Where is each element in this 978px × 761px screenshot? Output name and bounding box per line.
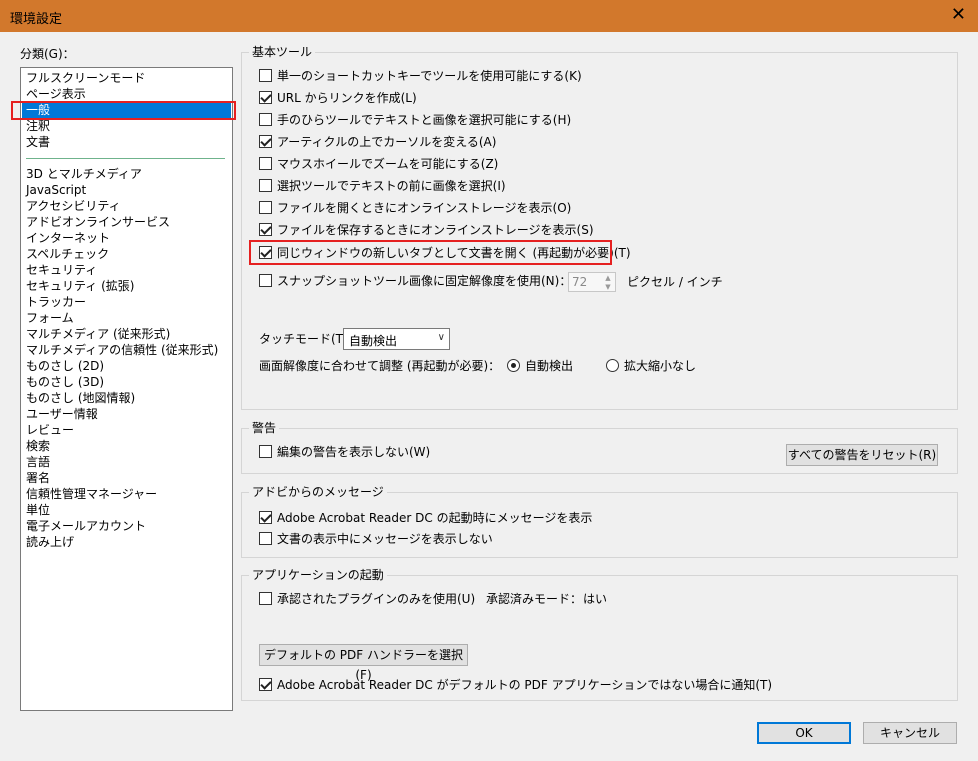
category-item[interactable]: JavaScript: [26, 182, 86, 198]
category-item[interactable]: フルスクリーンモード: [26, 70, 145, 86]
touch-mode-select[interactable]: 自動検出 ∨: [343, 328, 450, 350]
cert-mode-value: はい: [583, 592, 608, 606]
category-label: 分類(G)：: [20, 47, 75, 61]
category-item[interactable]: 署名: [26, 470, 50, 486]
category-item[interactable]: ものさし (地図情報): [26, 390, 135, 406]
category-item[interactable]: ページ表示: [26, 86, 86, 102]
resolution-stepper[interactable]: 72 ▲ ▼: [568, 272, 616, 292]
checkbox[interactable]: [259, 592, 272, 605]
highlight-box: [249, 240, 612, 265]
category-item[interactable]: インターネット: [26, 230, 110, 246]
resolution-value: 72: [572, 275, 588, 289]
close-icon[interactable]: ✕: [951, 4, 966, 26]
option-snapshot-resolution[interactable]: スナップショットツール画像に固定解像度を使用(N)：: [259, 273, 571, 289]
category-item[interactable]: 3D とマルチメディア: [26, 166, 142, 182]
checkbox[interactable]: [259, 274, 272, 287]
category-item[interactable]: レビュー: [26, 422, 74, 438]
category-item[interactable]: アクセシビリティ: [26, 198, 121, 214]
stepper-down-icon[interactable]: ▼: [602, 283, 614, 292]
option-article-cursor[interactable]: アーティクルの上でカーソルを変える(A): [259, 134, 496, 150]
category-item[interactable]: スペルチェック: [26, 246, 109, 262]
checkbox-checked[interactable]: [259, 135, 272, 148]
category-separator: [26, 158, 225, 159]
radio[interactable]: [606, 359, 619, 372]
checkbox[interactable]: [259, 179, 272, 192]
checkbox-checked[interactable]: [259, 91, 272, 104]
reset-warnings-button[interactable]: すべての警告をリセット(R): [786, 444, 938, 466]
basic-tools-title: 基本ツール: [249, 44, 316, 60]
warnings-title: 警告: [249, 420, 280, 436]
category-item[interactable]: ものさし (3D): [26, 374, 104, 390]
startup-title: アプリケーションの起動: [249, 567, 387, 583]
category-item[interactable]: トラッカー: [26, 294, 86, 310]
ok-button[interactable]: OK: [757, 722, 851, 744]
radio-checked[interactable]: [507, 359, 520, 372]
category-item[interactable]: 電子メールアカウント: [26, 518, 146, 534]
messages-title: アドビからのメッセージ: [249, 484, 387, 500]
title-bar: 環境設定 ✕: [0, 0, 978, 32]
category-item[interactable]: セキュリティ (拡張): [26, 278, 134, 294]
option-startup-messages[interactable]: Adobe Acrobat Reader DC の起動時にメッセージを表示: [259, 510, 592, 526]
category-item[interactable]: ものさし (2D): [26, 358, 104, 374]
touch-mode-value: 自動検出: [349, 334, 398, 348]
checkbox[interactable]: [259, 157, 272, 170]
category-item[interactable]: 注釈: [26, 118, 50, 134]
category-item[interactable]: 検索: [26, 438, 50, 454]
category-item[interactable]: 読み上げ: [26, 534, 74, 550]
checkbox-checked[interactable]: [259, 511, 272, 524]
option-online-save[interactable]: ファイルを保存するときにオンラインストレージを表示(S): [259, 222, 594, 238]
checkbox[interactable]: [259, 69, 272, 82]
category-list[interactable]: フルスクリーンモード ページ表示 一般 注釈 文書 3D とマルチメディア Ja…: [20, 67, 233, 711]
checkbox[interactable]: [259, 445, 272, 458]
cancel-button[interactable]: キャンセル: [863, 722, 957, 744]
option-notify-default[interactable]: Adobe Acrobat Reader DC がデフォルトの PDF アプリケ…: [259, 677, 772, 693]
category-item[interactable]: 言語: [26, 454, 50, 470]
category-item[interactable]: マルチメディア (従来形式): [26, 326, 170, 342]
option-select-image[interactable]: 選択ツールでテキストの前に画像を選択(I): [259, 178, 506, 194]
checkbox[interactable]: [259, 532, 272, 545]
category-item[interactable]: 信頼性管理マネージャー: [26, 486, 157, 502]
checkbox[interactable]: [259, 113, 272, 126]
category-item[interactable]: マルチメディアの信頼性 (従来形式): [26, 342, 218, 358]
checkbox[interactable]: [259, 201, 272, 214]
option-no-doc-messages[interactable]: 文書の表示中にメッセージを表示しない: [259, 531, 493, 547]
option-wheel-zoom[interactable]: マウスホイールでズームを可能にする(Z): [259, 156, 498, 172]
checkbox-checked[interactable]: [259, 678, 272, 691]
category-item[interactable]: 単位: [26, 502, 50, 518]
option-no-edit-warning[interactable]: 編集の警告を表示しない(W): [259, 444, 430, 460]
window-title: 環境設定: [10, 12, 63, 27]
category-item[interactable]: セキュリティ: [26, 262, 97, 278]
category-item[interactable]: 文書: [26, 134, 50, 150]
option-hand-tool[interactable]: 手のひらツールでテキストと画像を選択可能にする(H): [259, 112, 571, 128]
checkbox-checked[interactable]: [259, 223, 272, 236]
option-certified-plugins[interactable]: 承認されたプラグインのみを使用(U): [259, 591, 475, 607]
option-url-links[interactable]: URL からリンクを作成(L): [259, 90, 417, 106]
selection-highlight-box: [11, 101, 236, 120]
category-item[interactable]: ユーザー情報: [26, 406, 98, 422]
scale-option-none[interactable]: 拡大縮小なし: [606, 358, 696, 374]
resolution-unit: ピクセル / インチ: [627, 275, 723, 289]
stepper-up-icon[interactable]: ▲: [602, 274, 614, 283]
category-item[interactable]: アドビオンラインサービス: [26, 214, 170, 230]
scale-option-auto[interactable]: 自動検出: [507, 358, 573, 374]
chevron-down-icon: ∨: [437, 332, 445, 343]
option-single-key[interactable]: 単一のショートカットキーでツールを使用可能にする(K): [259, 68, 582, 84]
scale-label: 画面解像度に合わせて調整 (再起動が必要)：: [259, 359, 501, 373]
select-pdf-handler-button[interactable]: デフォルトの PDF ハンドラーを選択(F): [259, 644, 468, 682]
cert-mode-label: 承認済みモード：: [486, 592, 583, 606]
category-item[interactable]: フォーム: [26, 310, 74, 326]
option-online-open[interactable]: ファイルを開くときにオンラインストレージを表示(O): [259, 200, 571, 216]
